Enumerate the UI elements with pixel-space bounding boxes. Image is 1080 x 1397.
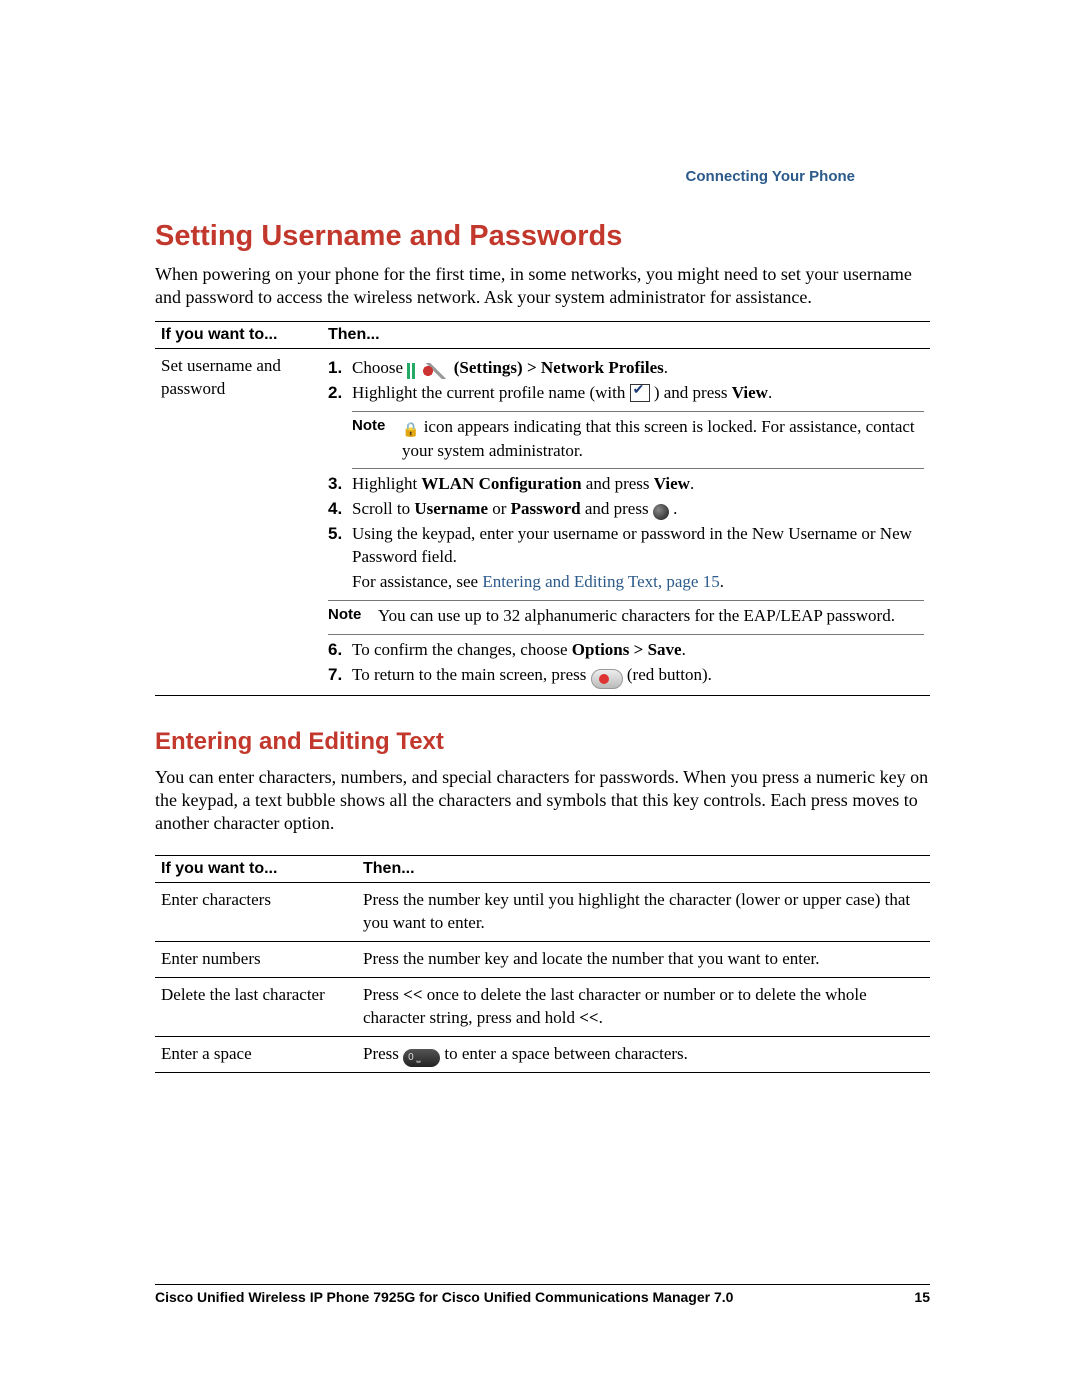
step1-text: Choose — [352, 358, 407, 377]
page: Connecting Your Phone Setting Username a… — [0, 0, 1080, 1397]
section-header: Connecting Your Phone — [686, 168, 855, 185]
note-label: Note — [352, 416, 402, 463]
red-end-button-icon — [591, 669, 623, 689]
heading-entering-editing-text: Entering and Editing Text — [155, 728, 930, 756]
table-row: Delete the last character Press << once … — [155, 977, 930, 1036]
table-row: Enter characters Press the number key un… — [155, 883, 930, 942]
table-row: Enter a space Press 0 ⎵ to enter a space… — [155, 1036, 930, 1072]
select-button-icon — [653, 504, 669, 520]
footer-doc-title: Cisco Unified Wireless IP Phone 7925G fo… — [155, 1289, 733, 1305]
page-footer: Cisco Unified Wireless IP Phone 7925G fo… — [155, 1284, 930, 1305]
intro-paragraph-2: You can enter characters, numbers, and s… — [155, 766, 930, 835]
table-row: Enter numbers Press the number key and l… — [155, 941, 930, 977]
table-set-username: If you want to... Then... Set username a… — [155, 321, 930, 696]
step2-view: View — [732, 383, 768, 402]
link-entering-editing-text[interactable]: Entering and Editing Text, page 15 — [482, 572, 719, 591]
note-label: Note — [328, 605, 378, 628]
table-entering-text: If you want to... Then... Enter characte… — [155, 855, 930, 1073]
heading-setting-username: Setting Username and Passwords — [155, 220, 930, 253]
th-then: Then... — [322, 322, 930, 349]
cell-set-username-label: Set username and password — [155, 349, 322, 696]
checkmark-icon — [630, 384, 650, 402]
intro-paragraph-1: When powering on your phone for the firs… — [155, 263, 930, 309]
settings-tools-icon — [422, 363, 450, 379]
step2-pre: Highlight the current profile name (with — [352, 383, 630, 402]
note1-text: icon appears indicating that this screen… — [402, 417, 915, 460]
step5-text: Using the keypad, enter your username or… — [352, 523, 924, 569]
th-if-you-want-to: If you want to... — [155, 322, 322, 349]
step1-settings-path: (Settings) > Network Profiles — [454, 358, 664, 377]
table-row: Set username and password 1. Choose (Set… — [155, 349, 930, 696]
th-then: Then... — [357, 856, 930, 883]
cell-set-username-steps: 1. Choose (Settings) > Network Profiles.… — [322, 349, 930, 696]
th-if-you-want-to: If you want to... — [155, 856, 357, 883]
footer-page-number: 15 — [914, 1289, 930, 1305]
zero-key-icon: 0 ⎵ — [403, 1049, 440, 1067]
note2-text: You can use up to 32 alphanumeric charac… — [378, 605, 924, 628]
signal-icon — [407, 363, 417, 379]
step2-post: ) and press — [654, 383, 732, 402]
lock-icon — [402, 417, 419, 440]
